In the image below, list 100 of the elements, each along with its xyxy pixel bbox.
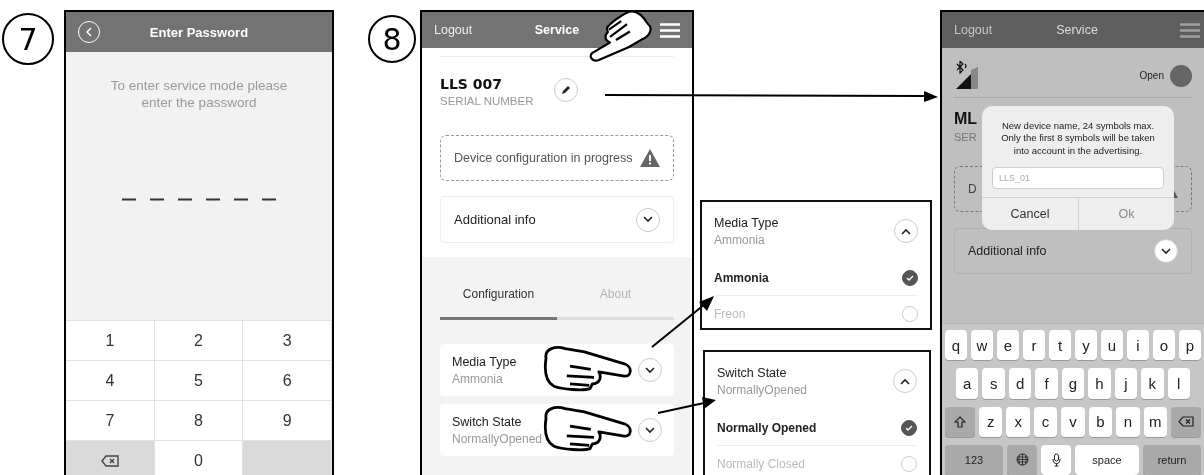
status-indicator: [1170, 64, 1192, 87]
space-key[interactable]: space: [1075, 444, 1139, 475]
keyboard-key[interactable]: g: [1061, 368, 1085, 399]
keypad-key[interactable]: 9: [243, 401, 332, 441]
keyboard-key[interactable]: q: [945, 330, 967, 361]
info-label: Additional info: [454, 212, 536, 227]
dropdown-label: Media Type: [714, 215, 779, 230]
chevron-up-icon: [900, 377, 910, 385]
expand-button[interactable]: [636, 207, 660, 232]
chevron-down-icon: [645, 426, 655, 434]
radio-button[interactable]: [901, 419, 917, 436]
option-row[interactable]: Normally Opened: [717, 410, 917, 446]
pencil-icon: [560, 85, 571, 95]
backspace-key[interactable]: [66, 441, 155, 475]
back-icon: [86, 27, 92, 37]
expand-button[interactable]: [638, 418, 662, 442]
device-name: LLS 007: [440, 76, 504, 92]
status-label: Open: [1139, 70, 1164, 81]
keyboard-key[interactable]: j: [1114, 368, 1138, 399]
backspace-icon: [1177, 416, 1194, 428]
keyboard-key[interactable]: d: [1008, 368, 1032, 399]
keyboard-key[interactable]: m: [1143, 406, 1167, 437]
screen-title: Service: [1056, 23, 1098, 37]
keyboard-key[interactable]: u: [1101, 330, 1123, 361]
keypad-key[interactable]: 0: [154, 441, 244, 475]
device-caption: SERIAL NUMBER: [440, 95, 534, 107]
keypad-key[interactable]: 2: [154, 321, 244, 361]
keypad-key[interactable]: 7: [66, 401, 155, 441]
expand-button[interactable]: [1154, 239, 1178, 263]
keypad-key[interactable]: 8: [154, 401, 244, 441]
dialog-message: New device name, 24 symbols max. Only the first 8 symbols will be taken into account in the advertising.: [1000, 119, 1156, 158]
chevron-down-icon: [645, 366, 655, 374]
keyboard-key[interactable]: z: [979, 406, 1003, 437]
keyboard-key[interactable]: c: [1033, 406, 1058, 437]
chevron-down-icon: [1161, 247, 1171, 255]
backspace-key[interactable]: [1170, 406, 1201, 437]
screen-title: Service: [534, 23, 580, 37]
dialog-button[interactable]: Cancel: [982, 198, 1078, 231]
option-label: Normally Closed: [717, 456, 806, 471]
menu-icon[interactable]: [1180, 22, 1200, 38]
microphone-key[interactable]: [1041, 444, 1071, 475]
keyboard-key[interactable]: s: [982, 368, 1005, 399]
bluetooth-signal-icon: [954, 60, 980, 91]
logout-link[interactable]: Logout: [434, 23, 473, 37]
keyboard-key[interactable]: v: [1061, 406, 1085, 437]
keyboard-key[interactable]: y: [1075, 330, 1097, 361]
check-icon: [906, 274, 914, 281]
dropdown-label: Switch State: [717, 365, 788, 380]
setting-value: Ammonia: [452, 371, 504, 386]
logout-link[interactable]: Logout: [954, 23, 993, 37]
keyboard-key[interactable]: 123: [945, 444, 1003, 475]
option-label: Ammonia: [714, 270, 769, 285]
notice-text: Device configuration in progress: [454, 151, 633, 165]
collapse-button[interactable]: [894, 219, 918, 243]
shift-key[interactable]: [945, 406, 975, 437]
microphone-icon: [1051, 452, 1061, 467]
setting-label: Media Type: [452, 354, 517, 369]
keypad-key[interactable]: 5: [154, 361, 244, 401]
device-caption: SER: [954, 131, 977, 143]
step-number: 8: [368, 15, 416, 63]
info-label: Additional info: [968, 244, 1047, 258]
name-input-field[interactable]: LLS_01: [992, 167, 1164, 190]
keyboard-key[interactable]: a: [956, 368, 979, 399]
keyboard-key[interactable]: n: [1116, 406, 1140, 437]
tab[interactable]: Configuration: [440, 287, 557, 320]
screen-title: Enter Password: [148, 24, 250, 40]
setting-value: NormallyOpened: [452, 431, 543, 446]
globe-key[interactable]: [1007, 444, 1037, 475]
dropdown-value: Ammonia: [714, 232, 766, 247]
collapse-button[interactable]: [893, 369, 917, 393]
edit-button[interactable]: [553, 78, 578, 102]
radio-button[interactable]: [902, 269, 918, 286]
step-number: 7: [2, 13, 54, 65]
keyboard-key[interactable]: return: [1143, 444, 1201, 475]
backspace-icon: [100, 454, 119, 467]
keyboard-key[interactable]: l: [1167, 368, 1190, 399]
check-icon: [905, 424, 913, 431]
keyboard-key[interactable]: o: [1153, 330, 1175, 361]
keyboard-key[interactable]: b: [1088, 406, 1113, 437]
shift-icon: [954, 415, 966, 428]
keyboard-key[interactable]: k: [1141, 368, 1164, 399]
keyboard-key[interactable]: w: [971, 330, 993, 361]
keyboard-key[interactable]: h: [1088, 368, 1111, 399]
option-label: Freon: [714, 306, 746, 321]
keyboard-key[interactable]: t: [1049, 330, 1071, 361]
keyboard-key[interactable]: f: [1035, 368, 1058, 399]
keyboard-key[interactable]: x: [1006, 406, 1030, 437]
chevron-down-icon: [643, 216, 653, 223]
keyboard-key[interactable]: e: [997, 330, 1019, 361]
keyboard-key[interactable]: i: [1127, 330, 1149, 361]
keyboard-key[interactable]: p: [1179, 330, 1201, 361]
keypad-key[interactable]: 6: [243, 361, 332, 401]
option-row[interactable]: Ammonia: [714, 260, 918, 296]
device-name: ML: [954, 110, 978, 128]
keyboard-key[interactable]: r: [1023, 330, 1045, 361]
keypad-key[interactable]: 3: [243, 321, 332, 361]
expand-button[interactable]: [638, 358, 662, 382]
setting-label: Switch State: [452, 414, 523, 429]
keypad-key[interactable]: 1: [66, 321, 155, 361]
keypad-key[interactable]: 4: [66, 361, 155, 401]
